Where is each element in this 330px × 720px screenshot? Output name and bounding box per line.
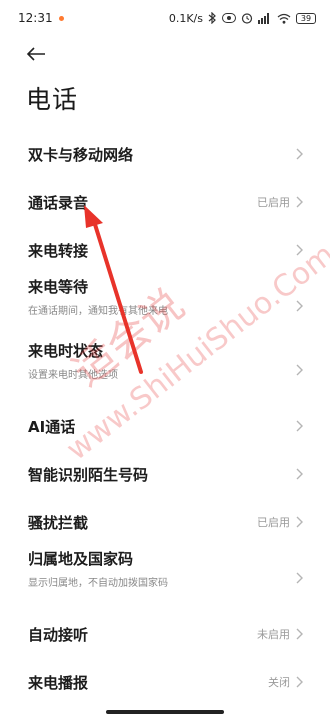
chevron-right-icon <box>296 300 303 312</box>
settings-row-text: 来电播报 <box>28 672 88 693</box>
chevron-right-icon <box>296 364 303 376</box>
settings-row-title: 来电等待 <box>28 277 89 296</box>
status-time: 12:31 <box>18 11 53 25</box>
status-right: 0.1K/s 39 <box>169 12 316 25</box>
notification-dot-icon <box>58 15 64 21</box>
hd-icon <box>222 13 236 23</box>
net-speed: 0.1K/s <box>168 11 203 25</box>
settings-row-text: 骚扰拦截 <box>28 512 88 533</box>
settings-row-status: 已启用 <box>257 196 290 209</box>
settings-row-title: 来电播报 <box>28 673 89 692</box>
settings-row-title: 智能识别陌生号码 <box>28 465 149 484</box>
settings-row-title: 自动接听 <box>28 625 89 644</box>
status-left: 12:31 <box>18 11 64 25</box>
settings-row-subtitle: 显示归属地，不自动加拨国家码 <box>28 577 168 589</box>
back-button[interactable] <box>22 40 50 68</box>
settings-row-subtitle: 设置来电时其他选项 <box>28 369 118 381</box>
settings-row-title: 通话录音 <box>28 193 89 212</box>
settings-row-right: 已启用 <box>257 194 304 210</box>
settings-row-status: 关闭 <box>268 676 290 689</box>
chevron-right-icon <box>296 516 303 528</box>
chevron-right-icon <box>296 468 303 480</box>
page-title: 电话 <box>26 85 79 114</box>
settings-row-right: 关闭 <box>268 674 304 690</box>
settings-row-text: 智能识别陌生号码 <box>28 464 148 485</box>
chevron-right-icon <box>296 196 303 208</box>
settings-row-title: 骚扰拦截 <box>28 513 89 532</box>
chevron-right-icon <box>296 628 303 640</box>
chevron-right-icon <box>296 148 303 160</box>
settings-row-title: 来电转接 <box>28 241 89 260</box>
settings-row-right <box>296 300 304 312</box>
wifi-icon <box>277 13 291 24</box>
settings-row-right <box>296 420 304 432</box>
signal-icon <box>258 12 272 24</box>
settings-row-title: 来电时状态 <box>28 341 104 360</box>
settings-row-right: 未启用 <box>257 626 304 642</box>
battery-icon: 39 <box>296 12 316 24</box>
settings-row-title: 归属地及国家码 <box>28 549 134 568</box>
settings-row-text: 归属地及国家码显示归属地，不自动加拨国家码 <box>28 548 168 589</box>
chevron-right-icon <box>296 244 303 256</box>
settings-row-text: AI通话 <box>28 416 75 437</box>
settings-row-text: 通话录音 <box>28 192 88 213</box>
status-bar: 12:31 0.1K/s 39 <box>0 0 330 36</box>
settings-row-text: 来电时状态设置来电时其他选项 <box>28 340 118 381</box>
settings-row-right <box>296 364 304 376</box>
settings-row-text: 双卡与移动网络 <box>28 144 133 165</box>
settings-row-text: 自动接听 <box>28 624 88 645</box>
settings-row-right: 已启用 <box>257 514 304 530</box>
settings-row-text: 来电等待在通话期间，通知我有其他来电 <box>28 276 168 317</box>
arrow-left-icon <box>26 47 45 61</box>
bluetooth-icon <box>208 12 217 24</box>
settings-row-status: 未启用 <box>257 628 290 641</box>
settings-row-right <box>296 572 304 584</box>
alarm-icon <box>241 12 253 24</box>
settings-row-right <box>296 244 304 256</box>
settings-row-text: 来电转接 <box>28 240 88 261</box>
settings-row-title: AI通话 <box>28 417 76 436</box>
settings-row-title: 双卡与移动网络 <box>28 145 134 164</box>
chevron-right-icon <box>296 572 303 584</box>
chevron-right-icon <box>296 676 303 688</box>
settings-row-right <box>296 468 304 480</box>
home-indicator <box>106 710 224 714</box>
settings-row-status: 已启用 <box>257 516 290 529</box>
settings-row-right <box>296 148 304 160</box>
chevron-right-icon <box>296 420 303 432</box>
settings-row-subtitle: 在通话期间，通知我有其他来电 <box>28 305 168 317</box>
